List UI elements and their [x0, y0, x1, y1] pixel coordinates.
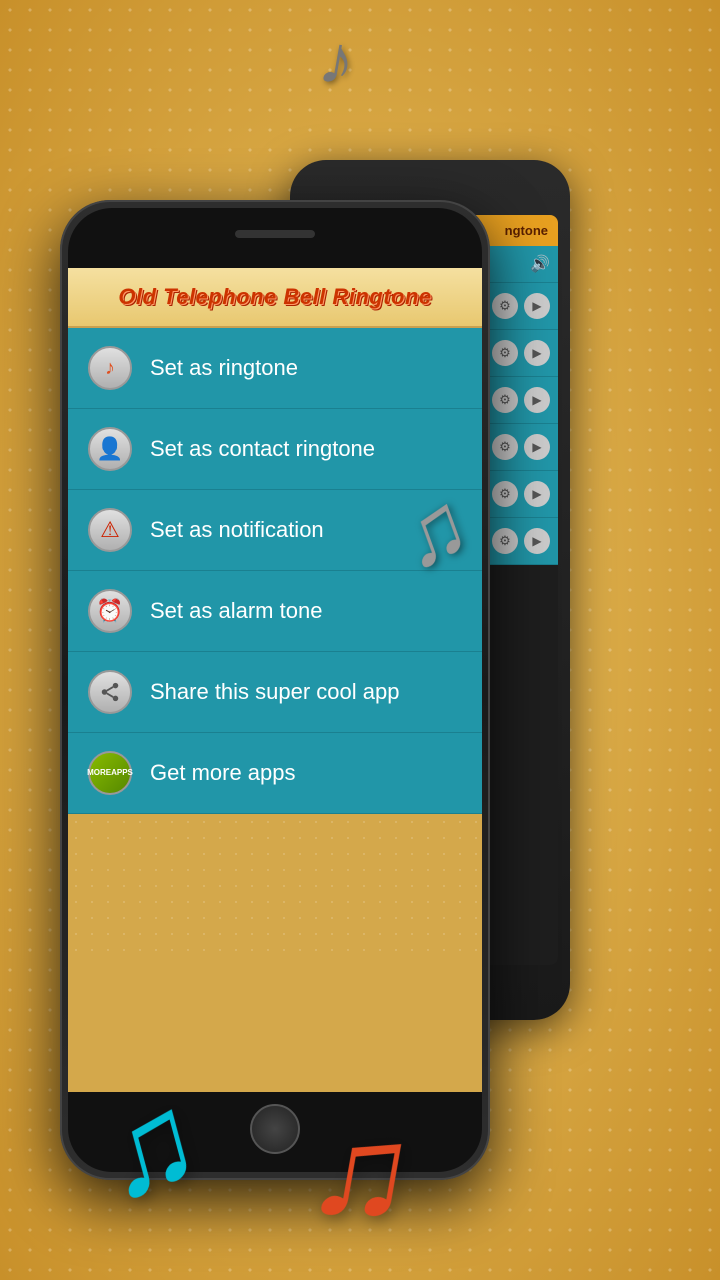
ringtone-icon: ♪: [88, 346, 132, 390]
play-icon-5[interactable]: ▶: [524, 481, 550, 507]
more-apps-label: Get more apps: [150, 760, 296, 786]
alarm-label: Set as alarm tone: [150, 598, 322, 624]
gear-icon-6[interactable]: ⚙: [492, 528, 518, 554]
ringtone-label: Set as ringtone: [150, 355, 298, 381]
gear-icon-3[interactable]: ⚙: [492, 387, 518, 413]
notification-label: Set as notification: [150, 517, 324, 543]
play-icon-3[interactable]: ▶: [524, 387, 550, 413]
speaker-icon: 🔊: [530, 254, 550, 274]
gear-icon-2[interactable]: ⚙: [492, 340, 518, 366]
play-icon-4[interactable]: ▶: [524, 434, 550, 460]
gear-icon-1[interactable]: ⚙: [492, 293, 518, 319]
play-icon-1[interactable]: ▶: [524, 293, 550, 319]
share-icon: [88, 670, 132, 714]
screen-header: Old Telephone Bell Ringtone: [68, 268, 482, 328]
set-ringtone-item[interactable]: ♪ Set as ringtone: [68, 328, 482, 409]
play-icon-2[interactable]: ▶: [524, 340, 550, 366]
phone-screen: Old Telephone Bell Ringtone ♪ Set as rin…: [68, 268, 482, 1092]
more-apps-item[interactable]: MORE APPS Get more apps: [68, 733, 482, 814]
share-label: Share this super cool app: [150, 679, 400, 705]
notification-icon: ⚠: [88, 508, 132, 552]
set-contact-ringtone-item[interactable]: 👤 Set as contact ringtone: [68, 409, 482, 490]
share-item[interactable]: Share this super cool app: [68, 652, 482, 733]
gear-icon-5[interactable]: ⚙: [492, 481, 518, 507]
phone-main: Old Telephone Bell Ringtone ♪ Set as rin…: [60, 200, 490, 1180]
alarm-icon: ⏰: [88, 589, 132, 633]
back-header-text: ngtone: [505, 223, 548, 238]
phone-home-button[interactable]: [250, 1104, 300, 1154]
phone-main-inner: Old Telephone Bell Ringtone ♪ Set as rin…: [68, 208, 482, 1172]
play-icon-6[interactable]: ▶: [524, 528, 550, 554]
contact-ringtone-label: Set as contact ringtone: [150, 436, 375, 462]
bottom-area: [68, 814, 482, 964]
gear-icon-4[interactable]: ⚙: [492, 434, 518, 460]
phone-speaker-top: [235, 230, 315, 238]
contact-icon: 👤: [88, 427, 132, 471]
app-title: Old Telephone Bell Ringtone: [118, 284, 431, 309]
more-apps-icon: MORE APPS: [88, 751, 132, 795]
